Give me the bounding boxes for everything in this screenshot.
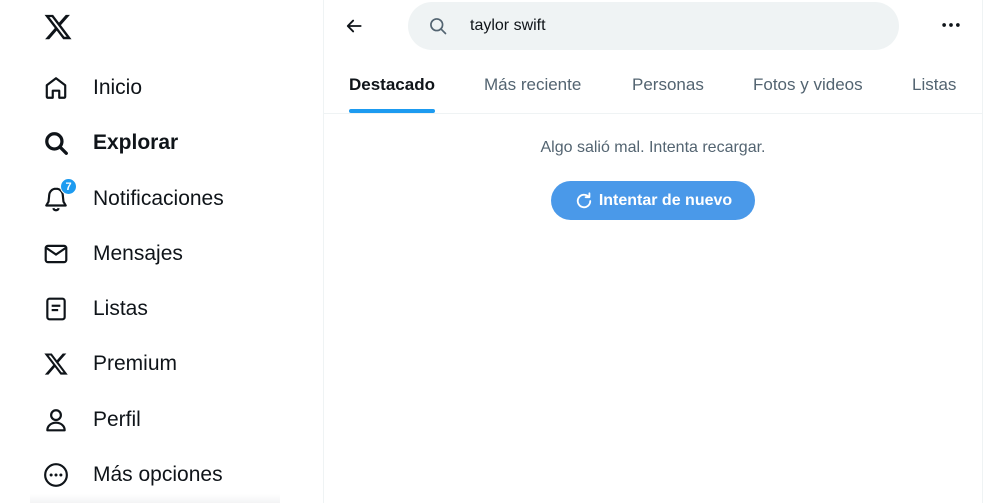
tab-label: Destacado — [349, 75, 435, 94]
envelope-icon — [42, 240, 70, 268]
sidebar: Inicio Explorar 7 Notificaciones Mensaje… — [0, 0, 323, 503]
nav-item-perfil[interactable]: Perfil — [30, 396, 153, 444]
nav-label-perfil: Perfil — [93, 408, 141, 431]
search-icon — [430, 18, 447, 35]
retry-label: Intentar de nuevo — [598, 191, 733, 209]
refresh-icon — [576, 191, 591, 208]
main-column: Destacado Más reciente Personas Fotos y … — [323, 0, 983, 503]
nav-item-mensajes[interactable]: Mensajes — [30, 230, 195, 278]
arrow-left-icon — [346, 19, 362, 33]
nav-label-notificaciones: Notificaciones — [93, 187, 224, 210]
search-input[interactable] — [470, 17, 850, 35]
tab-label: Personas — [632, 75, 704, 94]
nav-label-inicio: Inicio — [93, 76, 143, 99]
tab-personas[interactable]: Personas — [632, 58, 704, 113]
nav-label-explorar: Explorar — [93, 131, 179, 154]
list-icon — [42, 295, 70, 323]
home-icon — [42, 74, 70, 102]
ellipsis-icon — [942, 23, 960, 27]
tab-label: Listas — [912, 75, 957, 94]
tab-fotos-y-videos[interactable]: Fotos y videos — [753, 58, 863, 113]
person-icon — [42, 406, 70, 434]
nav-item-explorar[interactable]: Explorar — [30, 119, 190, 167]
x-logo-icon — [42, 350, 70, 378]
search-box[interactable] — [408, 2, 899, 50]
nav-item-inicio[interactable]: Inicio — [30, 64, 154, 112]
nav-label-premium: Premium — [93, 352, 178, 375]
search-tabs: Destacado Más reciente Personas Fotos y … — [324, 58, 982, 114]
nav-label-mensajes: Mensajes — [93, 242, 183, 265]
bell-icon: 7 — [42, 178, 77, 213]
tab-mas-reciente[interactable]: Más reciente — [484, 58, 581, 113]
back-button[interactable] — [338, 10, 370, 42]
more-options-button[interactable] — [936, 10, 966, 40]
nav-item-listas[interactable]: Listas — [30, 285, 160, 333]
nav-label-listas: Listas — [93, 297, 148, 320]
nav-item-premium[interactable]: Premium — [30, 340, 189, 388]
tab-label: Más reciente — [484, 75, 582, 94]
search-icon — [42, 129, 70, 157]
tab-active-indicator — [349, 109, 435, 113]
nav-item-mas-opciones[interactable]: Más opciones — [30, 451, 235, 499]
x-logo-icon[interactable] — [42, 12, 74, 42]
tab-destacado[interactable]: Destacado — [349, 58, 435, 113]
sidebar-fade — [30, 494, 280, 503]
retry-button[interactable]: Intentar de nuevo — [551, 181, 755, 220]
tab-label: Fotos y videos — [753, 75, 863, 94]
error-message: Algo salió mal. Intenta recargar. — [540, 139, 766, 156]
nav-item-notificaciones[interactable]: 7 Notificaciones — [30, 175, 236, 223]
notification-badge: 7 — [60, 178, 77, 195]
tab-listas[interactable]: Listas — [912, 58, 956, 113]
more-circle-icon — [42, 461, 70, 489]
nav-label-mas-opciones: Más opciones — [93, 463, 223, 486]
